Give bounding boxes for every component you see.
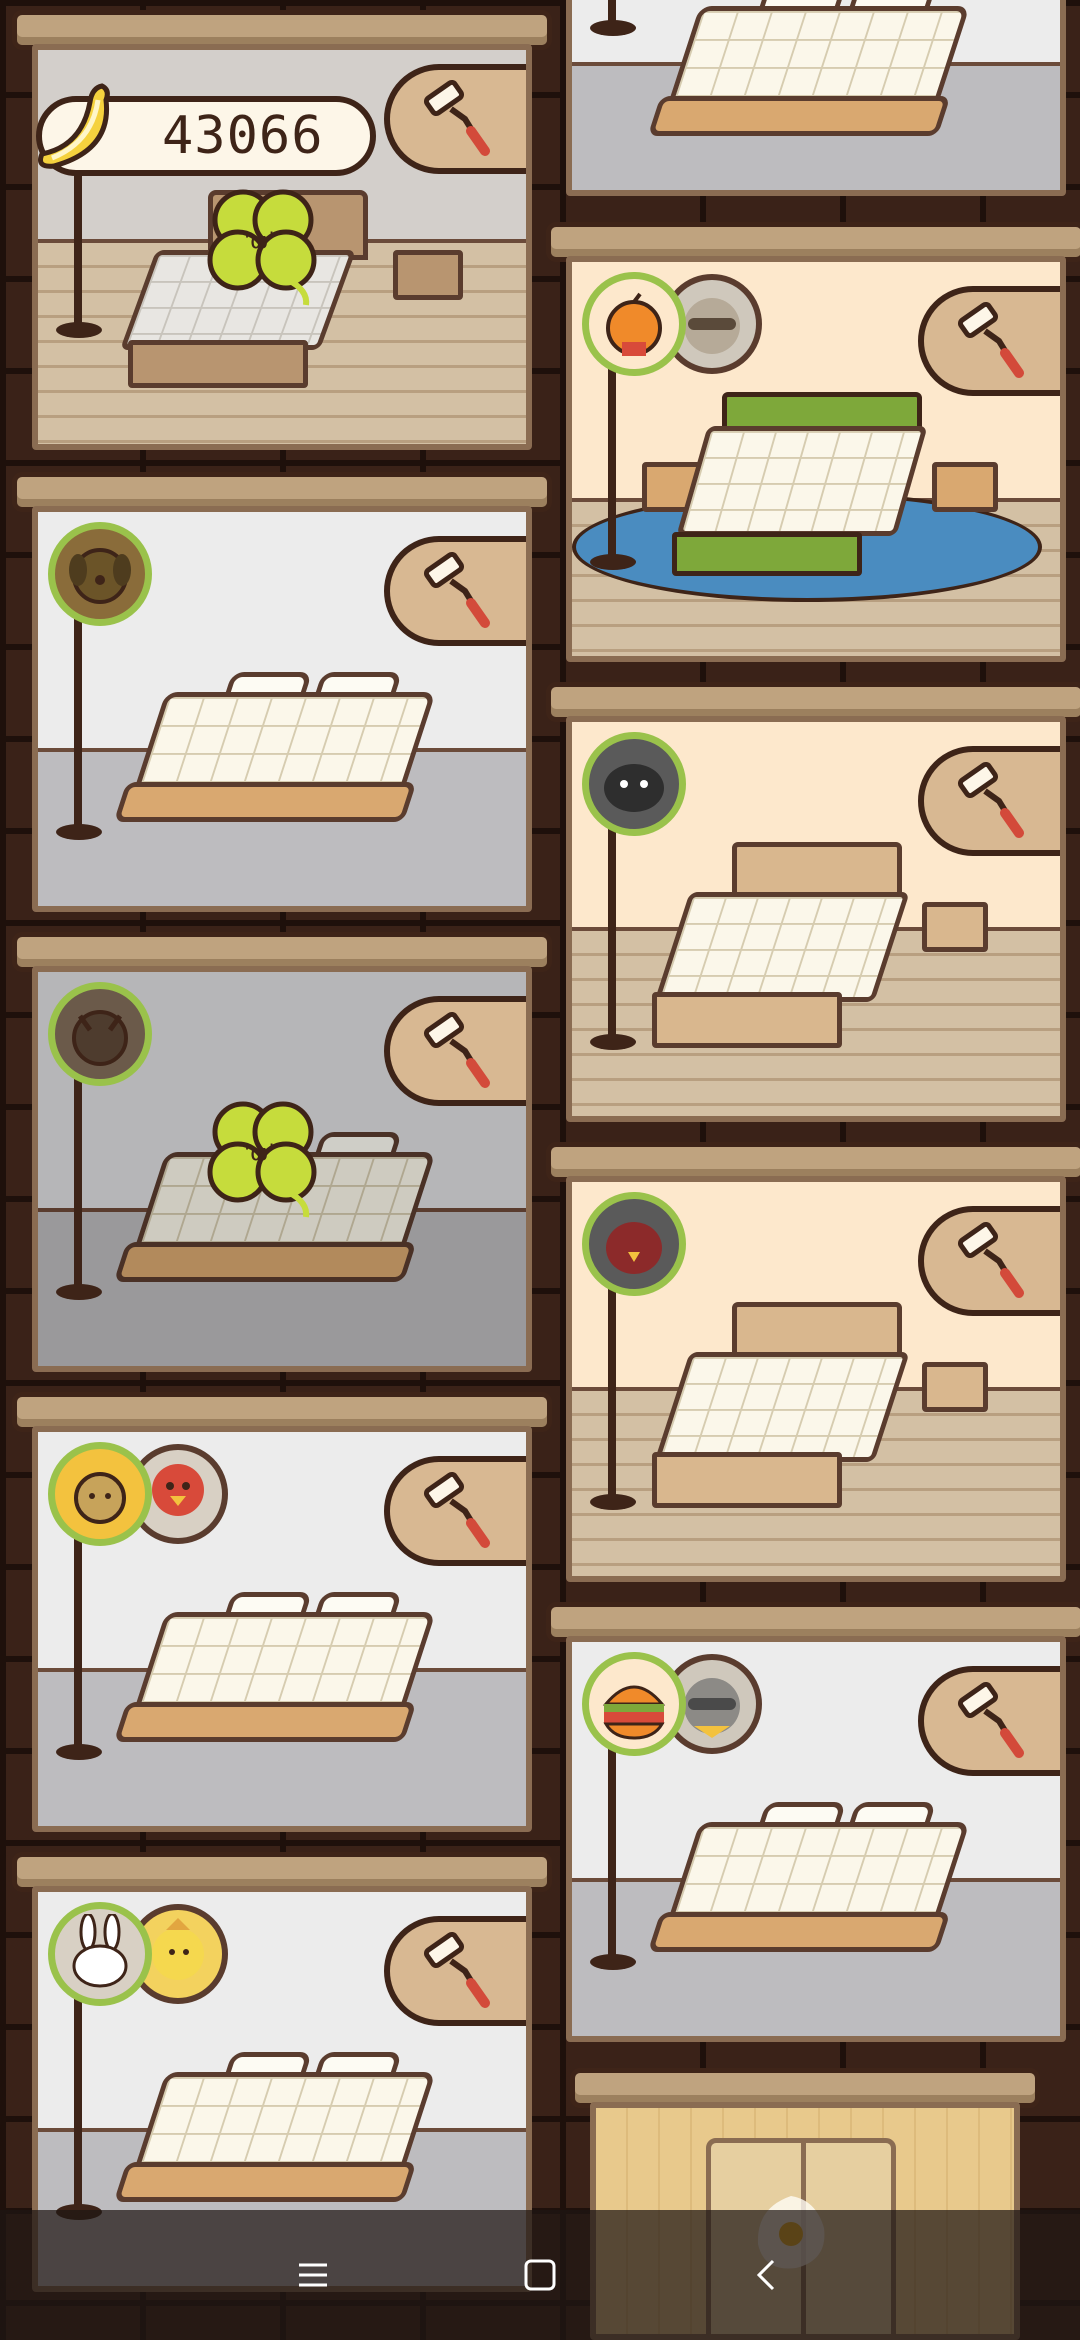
room-frame xyxy=(566,256,1066,662)
back-button[interactable] xyxy=(737,2245,797,2305)
home-icon xyxy=(524,2259,556,2291)
lamp xyxy=(608,362,616,562)
room-left-4[interactable] xyxy=(12,1392,552,1832)
lamp xyxy=(74,1062,82,1292)
room-left-2[interactable] xyxy=(12,472,552,912)
guest-avatar-burger[interactable] xyxy=(582,1652,686,1756)
lamp-base xyxy=(56,1284,102,1300)
guest-avatar-dark-blob[interactable] xyxy=(582,732,686,836)
room-frame xyxy=(32,506,532,912)
clover-guest-sleeping[interactable]: 'ω' xyxy=(198,180,328,310)
clean-room-button[interactable] xyxy=(918,1666,1060,1776)
bed xyxy=(113,1592,443,1742)
room-frame xyxy=(566,1176,1066,1582)
room-frame xyxy=(566,1636,1066,2042)
svg-text:'ω': 'ω' xyxy=(244,229,275,254)
menu-icon xyxy=(299,2263,328,2287)
room-frame xyxy=(32,1426,532,1832)
system-nav-bar xyxy=(0,2210,1080,2340)
clean-room-button[interactable] xyxy=(918,1206,1060,1316)
room-right-0[interactable] xyxy=(566,0,1066,196)
lamp xyxy=(74,1522,82,1752)
room-right-2[interactable] xyxy=(546,682,1080,1122)
room-left-1[interactable]: 'ω' xyxy=(12,10,552,450)
menu-button[interactable] xyxy=(283,2245,343,2305)
nightstand xyxy=(393,250,463,300)
lamp xyxy=(74,602,82,832)
lamp xyxy=(608,0,616,24)
nightstand xyxy=(932,462,998,512)
roller-icon xyxy=(957,761,1024,838)
clean-room-button[interactable] xyxy=(918,746,1060,856)
banana-count: 43066 xyxy=(162,106,324,166)
svg-text:'ω': 'ω' xyxy=(244,1141,275,1166)
nightstand xyxy=(922,1362,988,1412)
roller-icon xyxy=(957,301,1024,378)
nightstand xyxy=(922,902,988,952)
home-button[interactable] xyxy=(510,2245,570,2305)
lamp-base xyxy=(56,322,102,338)
clean-room-button[interactable] xyxy=(384,1916,526,2026)
lamp-base xyxy=(590,1034,636,1050)
guest-avatar-lion[interactable] xyxy=(48,1442,152,1546)
room-frame: 'ω' xyxy=(32,966,532,1372)
guest-avatar-red-bird[interactable] xyxy=(582,1192,686,1296)
roller-icon xyxy=(423,79,490,156)
lamp-base xyxy=(56,824,102,840)
bed xyxy=(647,0,977,136)
room-right-4[interactable] xyxy=(546,1602,1080,2042)
room-right-3[interactable] xyxy=(546,1142,1080,1582)
roller-icon xyxy=(423,1931,490,2008)
bed xyxy=(652,842,912,1052)
bed xyxy=(652,1302,912,1512)
lamp-base xyxy=(590,1494,636,1510)
roller-icon xyxy=(957,1681,1024,1758)
roller-icon xyxy=(423,1471,490,1548)
roller-icon xyxy=(423,1011,490,1088)
clean-room-button[interactable] xyxy=(384,64,526,174)
lamp xyxy=(608,812,616,1042)
lamp xyxy=(608,1272,616,1502)
guest-avatar-dog[interactable] xyxy=(48,522,152,626)
clean-room-button[interactable] xyxy=(384,536,526,646)
guest-avatar-bunny[interactable] xyxy=(48,1902,152,2006)
lamp xyxy=(74,1982,82,2212)
lamp-base xyxy=(56,1744,102,1760)
lamp-base xyxy=(590,1954,636,1970)
room-frame xyxy=(566,716,1066,1122)
clean-room-button[interactable] xyxy=(384,1456,526,1566)
room-right-1[interactable] xyxy=(546,222,1080,662)
lamp xyxy=(608,1732,616,1962)
banana-counter[interactable]: 43066 xyxy=(36,83,376,176)
clean-room-button[interactable] xyxy=(918,286,1060,396)
room-left-3[interactable]: 'ω' xyxy=(12,932,552,1372)
bed xyxy=(113,2052,443,2202)
guest-avatar-bat[interactable] xyxy=(48,982,152,1086)
back-icon xyxy=(756,2259,774,2291)
roller-icon xyxy=(957,1221,1024,1298)
lamp-base xyxy=(590,554,636,570)
banana-icon xyxy=(38,83,110,169)
bed-green xyxy=(672,392,932,582)
bed xyxy=(113,672,443,822)
roller-icon xyxy=(423,551,490,628)
bed xyxy=(647,1802,977,1952)
clover-guest-sleeping[interactable]: 'ω' xyxy=(198,1092,328,1222)
guest-avatar-orange[interactable] xyxy=(582,272,686,376)
room-frame xyxy=(566,0,1066,196)
clean-room-button[interactable] xyxy=(384,996,526,1106)
